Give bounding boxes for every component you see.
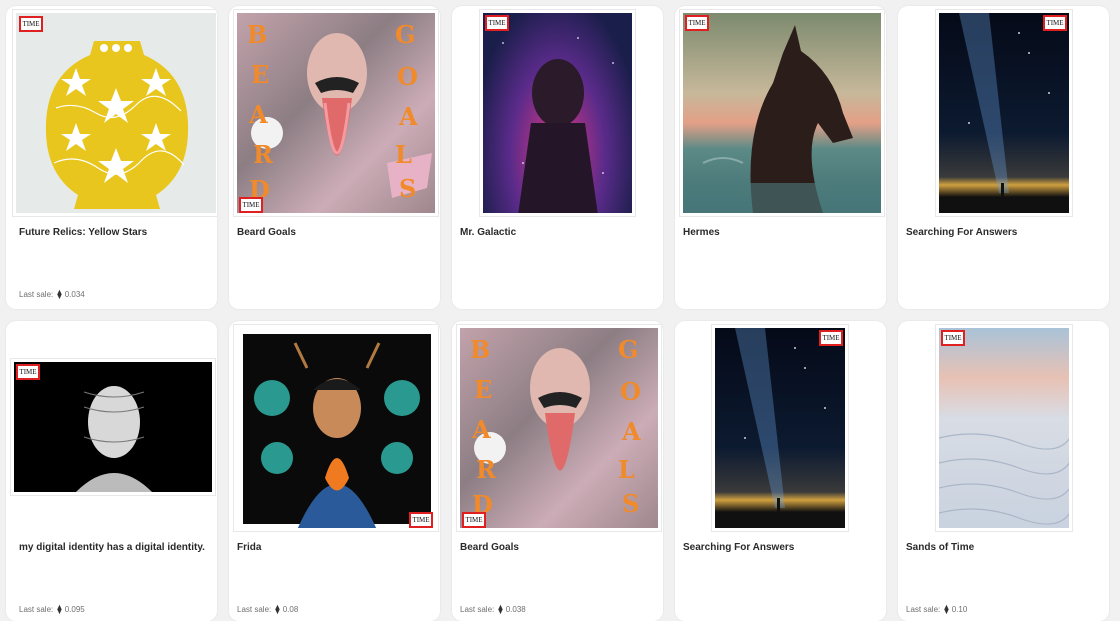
svg-text:O: O [397, 62, 418, 91]
svg-text:G: G [395, 20, 416, 49]
last-sale: Last sale: ⧫ 0.10 [906, 604, 967, 615]
time-badge: TIME [239, 197, 263, 213]
svg-text:S: S [622, 489, 639, 518]
hermes-horse-artwork [683, 25, 881, 213]
svg-text:L: L [618, 455, 635, 484]
mr-galactic-artwork [502, 37, 614, 213]
time-badge: TIME [819, 330, 843, 346]
last-sale-label: Last sale: [19, 605, 54, 614]
ethereum-icon: ⧫ [275, 604, 280, 614]
last-sale-price: 0.08 [282, 605, 299, 614]
nft-image[interactable]: TIME [679, 9, 885, 217]
nft-image[interactable]: TIME [12, 9, 217, 217]
time-badge: TIME [19, 16, 43, 32]
svg-text:S: S [399, 174, 416, 203]
svg-text:E: E [251, 60, 269, 89]
last-sale: Last sale: ⧫ 0.095 [19, 604, 85, 615]
frida-artwork [237, 328, 435, 528]
nft-card[interactable]: TIME Future Relics: Yellow Stars Last sa… [6, 6, 217, 309]
vase-artwork [45, 41, 189, 209]
svg-text:E: E [474, 375, 492, 404]
nft-image[interactable]: TIME [479, 9, 636, 217]
nft-title[interactable]: Beard Goals [460, 542, 519, 553]
searching-for-answers-artwork [735, 328, 826, 512]
time-badge: TIME [16, 364, 40, 380]
last-sale-price: 0.034 [64, 290, 85, 299]
nft-card[interactable]: TIME Searching For Answers [898, 6, 1109, 309]
nft-image[interactable]: BEARD GOALS TIME [233, 9, 439, 217]
nft-card[interactable]: TIME my digital identity has a digital i… [6, 321, 217, 621]
last-sale: Last sale: ⧫ 0.08 [237, 604, 298, 615]
searching-for-answers-artwork [959, 13, 1050, 197]
svg-text:O: O [620, 377, 641, 406]
nft-image[interactable]: TIME [935, 9, 1073, 217]
time-badge: TIME [685, 15, 709, 31]
sands-of-time-artwork [939, 433, 1069, 525]
svg-text:R: R [476, 455, 497, 484]
last-sale-price: 0.038 [505, 605, 526, 614]
ethereum-icon: ⧫ [944, 604, 949, 614]
last-sale-price: 0.095 [64, 605, 85, 614]
ethereum-icon: ⧫ [498, 604, 503, 614]
last-sale-label: Last sale: [460, 605, 495, 614]
nft-card[interactable]: TIME Frida Last sale: ⧫ 0.08 [229, 321, 440, 621]
last-sale-label: Last sale: [237, 605, 272, 614]
nft-image[interactable]: TIME [935, 324, 1073, 532]
nft-card[interactable]: TIME Hermes [675, 6, 886, 309]
svg-text:A: A [471, 415, 491, 444]
last-sale: Last sale: ⧫ 0.038 [460, 604, 526, 615]
nft-title[interactable]: Future Relics: Yellow Stars [19, 227, 147, 238]
digital-identity-artwork [76, 386, 152, 492]
last-sale-label: Last sale: [906, 605, 941, 614]
nft-image[interactable]: TIME [233, 324, 439, 532]
time-badge: TIME [1043, 15, 1067, 31]
nft-title[interactable]: Mr. Galactic [460, 227, 516, 238]
nft-card[interactable]: BEARD GOALS TIME Beard Goals Last sale: ⧫… [452, 321, 663, 621]
nft-card[interactable]: TIME Sands of Time Last sale: ⧫ 0.10 [898, 321, 1109, 621]
svg-text:A: A [248, 100, 268, 129]
time-badge: TIME [409, 512, 433, 528]
ethereum-icon: ⧫ [57, 604, 62, 614]
nft-title[interactable]: Hermes [683, 227, 720, 238]
svg-text:A: A [398, 102, 418, 131]
last-sale: Last sale: ⧫ 0.034 [19, 289, 85, 300]
svg-text:L: L [395, 140, 412, 169]
nft-image[interactable]: TIME [711, 324, 849, 532]
svg-text:R: R [253, 140, 274, 169]
nft-title[interactable]: Sands of Time [906, 542, 974, 553]
nft-title[interactable]: Beard Goals [237, 227, 296, 238]
svg-text:G: G [618, 335, 639, 364]
nft-title[interactable]: my digital identity has a digital identi… [19, 542, 205, 553]
nft-card[interactable]: TIME Searching For Answers [675, 321, 886, 621]
beard-goals-artwork: BEARD GOALS [460, 328, 658, 528]
last-sale-label: Last sale: [19, 290, 54, 299]
svg-text:B: B [470, 335, 490, 364]
beard-goals-artwork: BEARD GOALS [237, 13, 435, 213]
nft-image[interactable]: BEARD GOALS TIME [456, 324, 662, 532]
time-badge: TIME [485, 15, 509, 31]
nft-card[interactable]: TIME Mr. Galactic [452, 6, 663, 309]
ethereum-icon: ⧫ [57, 289, 62, 299]
nft-title[interactable]: Searching For Answers [906, 227, 1017, 238]
nft-title[interactable]: Frida [237, 542, 261, 553]
svg-text:A: A [621, 417, 641, 446]
nft-image[interactable]: TIME [10, 358, 216, 496]
nft-title[interactable]: Searching For Answers [683, 542, 794, 553]
last-sale-price: 0.10 [951, 605, 968, 614]
time-badge: TIME [462, 512, 486, 528]
svg-text:B: B [247, 20, 267, 49]
nft-card[interactable]: BEARD GOALS TIME Beard Goals [229, 6, 440, 309]
time-badge: TIME [941, 330, 965, 346]
